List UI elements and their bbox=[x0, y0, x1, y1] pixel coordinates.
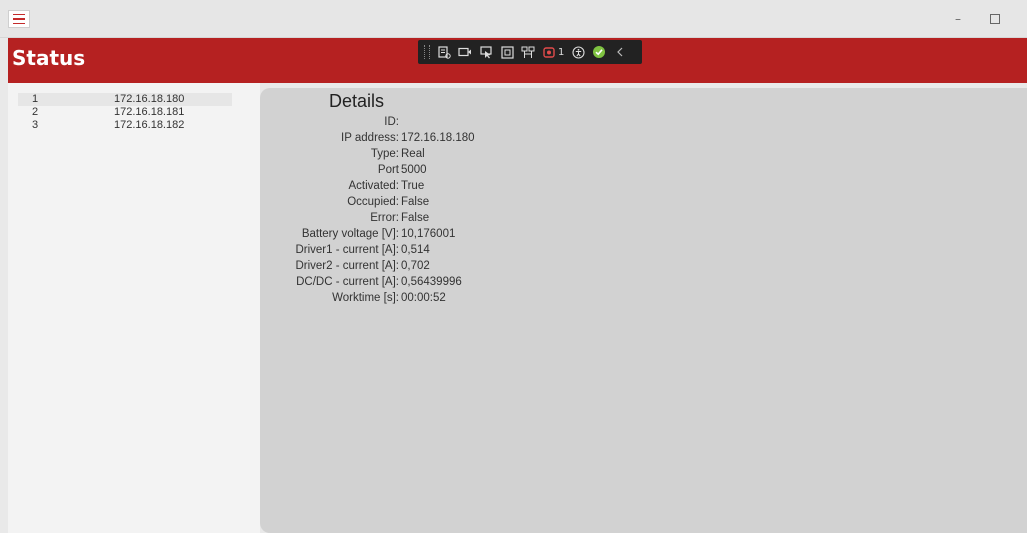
device-ip: 172.16.18.182 bbox=[114, 119, 185, 131]
detail-label: ID: bbox=[384, 116, 399, 128]
device-ip: 172.16.18.181 bbox=[114, 106, 185, 118]
detail-label: Port bbox=[377, 164, 399, 176]
title-bar: – bbox=[0, 0, 1027, 38]
video-icon[interactable] bbox=[458, 45, 472, 59]
detail-value: 0,702 bbox=[401, 260, 430, 272]
binding-failures-icon[interactable] bbox=[542, 45, 556, 59]
debug-toolbar: 1 bbox=[418, 40, 642, 64]
details-title: Details bbox=[329, 91, 385, 111]
detail-value: Real bbox=[401, 148, 425, 160]
detail-row-driver1-current: Driver1 - current [A]: 0,514 bbox=[260, 244, 1027, 260]
detail-label: Driver2 - current [A]: bbox=[295, 260, 399, 272]
maximize-icon bbox=[990, 14, 1000, 24]
device-id: 1 bbox=[32, 93, 39, 105]
detail-value: 10,176001 bbox=[401, 228, 456, 240]
details-panel: Details ID: IP address: 172.16.18.180 Ty… bbox=[260, 88, 1027, 533]
detail-row-ip-address: IP address: 172.16.18.180 bbox=[260, 132, 1027, 148]
maximize-button[interactable] bbox=[985, 10, 1005, 28]
detail-row-driver2-current: Driver2 - current [A]: 0,702 bbox=[260, 260, 1027, 276]
list-item[interactable]: 1 172.16.18.180 bbox=[18, 93, 232, 106]
live-visual-tree-icon[interactable] bbox=[437, 45, 451, 59]
page-header: Status 1 bbox=[8, 38, 1027, 83]
display-layout-adorners-icon[interactable] bbox=[500, 45, 514, 59]
detail-row-port: Port 5000 bbox=[260, 164, 1027, 180]
minimize-button[interactable]: – bbox=[948, 10, 968, 28]
detail-row-worktime: Worktime [s]: 00:00:52 bbox=[260, 292, 1027, 308]
detail-row-activated: Activated: True bbox=[260, 180, 1027, 196]
detail-value: 00:00:52 bbox=[401, 292, 446, 304]
detail-value: False bbox=[401, 212, 430, 224]
page-title: Status bbox=[12, 46, 86, 70]
device-id: 2 bbox=[32, 106, 39, 118]
detail-value: 0,514 bbox=[401, 244, 430, 256]
detail-row-dcdc-current: DC/DC - current [A]: 0,56439996 bbox=[260, 276, 1027, 292]
detail-value: 0,56439996 bbox=[401, 276, 462, 288]
collapse-chevron-icon[interactable] bbox=[613, 45, 627, 59]
hamburger-menu-icon[interactable] bbox=[8, 10, 30, 28]
detail-row-error: Error: False bbox=[260, 212, 1027, 228]
detail-label: Battery voltage [V]: bbox=[301, 228, 399, 240]
device-list: 1 172.16.18.180 2 172.16.18.181 3 172.16… bbox=[8, 83, 260, 533]
detail-label: Activated: bbox=[348, 180, 400, 192]
detail-label: Error: bbox=[370, 212, 399, 224]
detail-row-battery-voltage: Battery voltage [V]: 10,176001 bbox=[260, 228, 1027, 244]
detail-row-type: Type: Real bbox=[260, 148, 1027, 164]
list-item[interactable]: 2 172.16.18.181 bbox=[18, 106, 232, 119]
device-id: 3 bbox=[32, 119, 39, 131]
accessibility-icon[interactable] bbox=[571, 45, 585, 59]
drag-grip-icon[interactable] bbox=[424, 45, 430, 59]
select-element-icon[interactable] bbox=[479, 45, 493, 59]
binding-failures-count: 1 bbox=[558, 46, 565, 58]
detail-value: 172.16.18.180 bbox=[401, 132, 475, 144]
hot-reload-ok-icon[interactable] bbox=[592, 45, 606, 59]
detail-row-id: ID: bbox=[260, 116, 1027, 132]
detail-row-occupied: Occupied: False bbox=[260, 196, 1027, 212]
track-focus-icon[interactable] bbox=[521, 45, 535, 59]
detail-label: Occupied: bbox=[347, 196, 399, 208]
detail-value: True bbox=[401, 180, 425, 192]
detail-label: Driver1 - current [A]: bbox=[295, 244, 399, 256]
detail-label: IP address: bbox=[341, 132, 399, 144]
device-ip: 172.16.18.180 bbox=[114, 93, 185, 105]
detail-value: False bbox=[401, 196, 430, 208]
detail-label: DC/DC - current [A]: bbox=[296, 276, 399, 288]
detail-value: 5000 bbox=[401, 164, 427, 176]
detail-label: Type: bbox=[370, 148, 399, 160]
detail-label: Worktime [s]: bbox=[332, 292, 399, 304]
list-item[interactable]: 3 172.16.18.182 bbox=[18, 119, 232, 132]
